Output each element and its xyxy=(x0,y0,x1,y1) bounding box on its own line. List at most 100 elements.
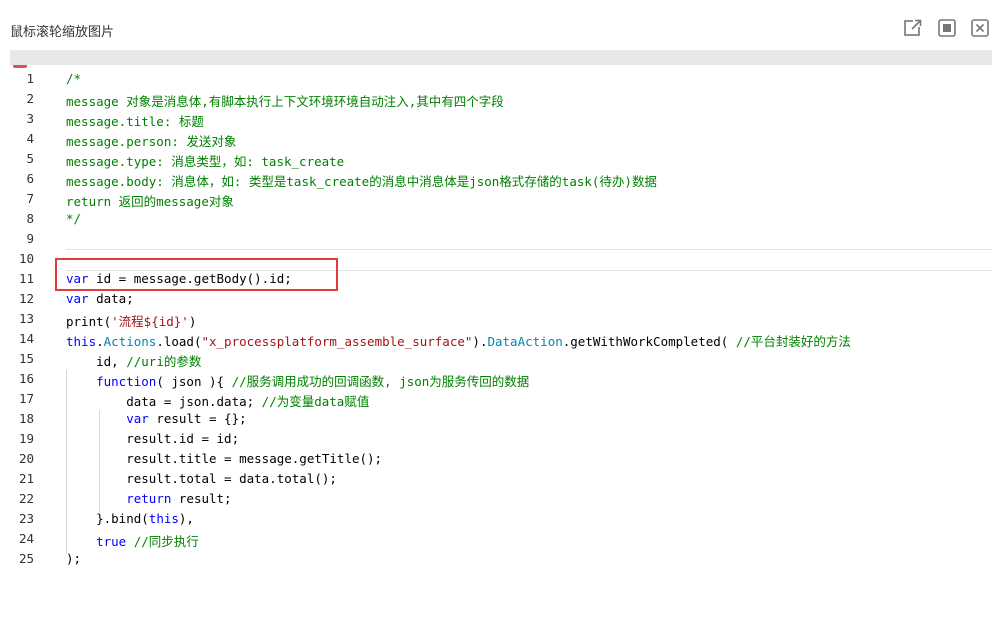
code-line[interactable]: */ xyxy=(66,211,81,226)
code-token: ), xyxy=(178,511,194,526)
code-token: true xyxy=(96,534,127,549)
code-token: //同步执行 xyxy=(133,534,199,549)
line-number: 21 xyxy=(18,471,34,486)
code-token: //平台封装好的方法 xyxy=(735,334,851,349)
code-line[interactable]: var result = {}; xyxy=(66,411,247,426)
code-line[interactable]: function( json ){ //服务调用成功的回调函数, json为服务… xyxy=(66,371,529,390)
line-number: 13 xyxy=(18,311,34,326)
code-token: message.body: 消息体，如: 类型是task_create的消息中消… xyxy=(66,174,657,189)
line-number: 3 xyxy=(26,111,34,126)
line-number: 23 xyxy=(18,511,34,526)
code-token: return xyxy=(126,491,172,506)
code-line[interactable]: id, //uri的参数 xyxy=(66,351,201,370)
code-line[interactable]: this.Actions.load("x_processplatform_ass… xyxy=(66,331,851,350)
line-number: 9 xyxy=(26,231,34,246)
highlight-annotation-box xyxy=(55,258,338,291)
code-token: '流程${id}' xyxy=(111,314,189,329)
code-token: this xyxy=(66,334,97,349)
code-token: message.person: 发送对象 xyxy=(66,134,237,149)
code-token: var xyxy=(126,411,149,426)
code-token: */ xyxy=(66,211,82,226)
code-token: "x_processplatform_assemble_surface" xyxy=(201,334,473,349)
code-token: ( json ){ xyxy=(156,374,232,389)
code-token: //为变量data赋值 xyxy=(261,394,370,409)
code-token: this xyxy=(148,511,179,526)
line-number: 2 xyxy=(26,91,34,106)
code-token: function xyxy=(96,374,157,389)
external-link-icon[interactable] xyxy=(903,18,923,38)
line-number: 18 xyxy=(18,411,34,426)
code-token: DataAction xyxy=(487,334,563,349)
code-line[interactable]: message.person: 发送对象 xyxy=(66,131,236,150)
code-token: result.id = id; xyxy=(66,431,240,446)
code-token: /* xyxy=(66,71,82,86)
code-line[interactable]: /* xyxy=(66,71,81,86)
line-number: 19 xyxy=(18,431,34,446)
code-token: message.type: 消息类型，如: task_create xyxy=(66,154,345,169)
code-line[interactable]: message 对象是消息体,有脚本执行上下文环境环境自动注入,其中有四个字段 xyxy=(66,91,504,110)
line-number: 24 xyxy=(18,531,34,546)
code-line[interactable]: ); xyxy=(66,551,81,566)
window-titlebar: 鼠标滚轮缩放图片 xyxy=(0,0,992,50)
code-token: Actions xyxy=(103,334,157,349)
code-line[interactable]: message.type: 消息类型，如: task_create xyxy=(66,151,344,170)
code-token: //服务调用成功的回调函数, json为服务传回的数据 xyxy=(231,374,530,389)
line-number: 12 xyxy=(18,291,34,306)
code-token: ) xyxy=(188,314,197,329)
code-line[interactable]: result.total = data.total(); xyxy=(66,471,337,486)
line-number: 6 xyxy=(26,171,34,186)
editor-toolbar-strip xyxy=(10,50,992,65)
code-line[interactable]: return result; xyxy=(66,491,232,506)
line-number: 1 xyxy=(26,71,34,86)
code-token: result = {}; xyxy=(148,411,247,426)
code-line[interactable]: }.bind(this), xyxy=(66,511,194,526)
code-token: id, xyxy=(66,354,127,369)
code-line[interactable]: result.title = message.getTitle(); xyxy=(66,451,382,466)
code-token: .getWithWorkCompleted( xyxy=(562,334,736,349)
code-token: result.title = message.getTitle(); xyxy=(66,451,383,466)
line-number: 25 xyxy=(18,551,34,566)
code-token: .load( xyxy=(156,334,202,349)
line-number: 20 xyxy=(18,451,34,466)
code-token: data = json.data; xyxy=(66,394,262,409)
code-token: return 返回的message对象 xyxy=(66,194,234,209)
code-line[interactable]: true //同步执行 xyxy=(66,531,199,550)
line-number: 10 xyxy=(18,251,34,266)
code-line[interactable]: result.id = id; xyxy=(66,431,239,446)
line-number: 14 xyxy=(18,331,34,346)
code-token: ); xyxy=(66,551,82,566)
code-token: data; xyxy=(88,291,134,306)
line-number: 4 xyxy=(26,131,34,146)
code-editor[interactable]: 1 /* 2 message 对象是消息体,有脚本执行上下文环境环境自动注入,其中有四… xyxy=(10,68,992,639)
line-number: 22 xyxy=(18,491,34,506)
code-token: var xyxy=(66,291,89,306)
code-token: message 对象是消息体,有脚本执行上下文环境环境自动注入,其中有四个字段 xyxy=(66,94,504,109)
maximize-icon[interactable] xyxy=(937,18,957,38)
code-token: result; xyxy=(171,491,232,506)
code-token: //uri的参数 xyxy=(126,354,202,369)
code-line[interactable]: data = json.data; //为变量data赋值 xyxy=(66,391,369,410)
code-token: result.total = data.total(); xyxy=(66,471,337,486)
code-line[interactable]: return 返回的message对象 xyxy=(66,191,234,210)
line-number: 17 xyxy=(18,391,34,406)
code-token: }.bind( xyxy=(66,511,149,526)
line-number: 8 xyxy=(26,211,34,226)
line-number: 7 xyxy=(26,191,34,206)
code-token: message.title: 标题 xyxy=(66,114,204,129)
window-title: 鼠标滚轮缩放图片 xyxy=(10,25,115,40)
code-line[interactable]: message.title: 标题 xyxy=(66,111,204,130)
code-line[interactable]: print('流程${id}') xyxy=(66,311,196,330)
code-token: . xyxy=(96,334,104,349)
code-line[interactable]: message.body: 消息体，如: 类型是task_create的消息中消… xyxy=(66,171,657,190)
line-number: 11 xyxy=(18,271,34,286)
code-token: print( xyxy=(66,314,112,329)
line-number: 15 xyxy=(18,351,34,366)
code-line[interactable]: var data; xyxy=(66,291,134,306)
line-number: 5 xyxy=(26,151,34,166)
close-icon[interactable] xyxy=(970,18,990,38)
